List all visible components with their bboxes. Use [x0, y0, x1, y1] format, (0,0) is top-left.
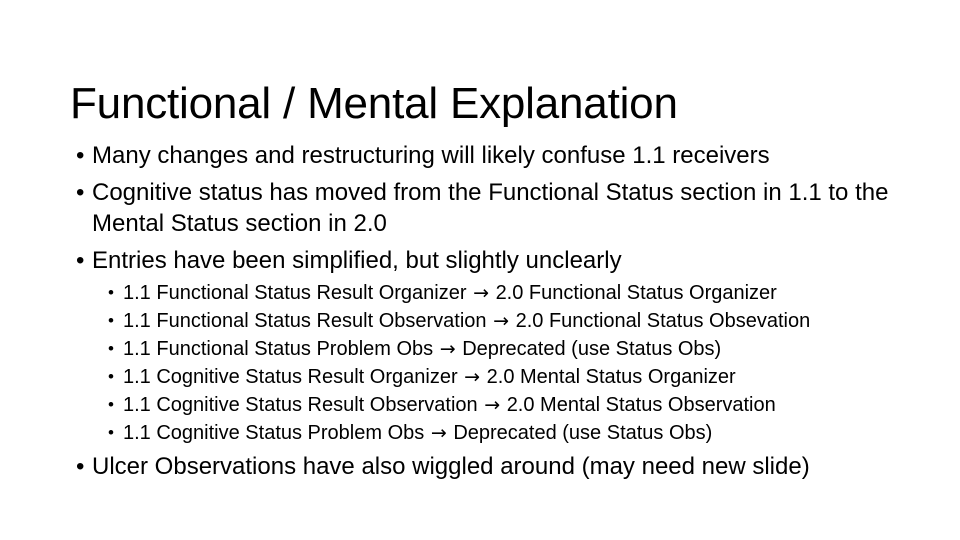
sub-bullet-target: 2.0 Mental Status Observation — [506, 394, 776, 416]
sub-bullet-item-6: • 1.1 Cognitive Status Problem Obs → Dep… — [70, 419, 900, 447]
slide-body: • Many changes and restructuring will li… — [70, 140, 900, 488]
bullet-item-2: • Cognitive status has moved from the Fu… — [70, 177, 900, 239]
right-arrow-icon: → — [464, 366, 481, 388]
bullet-text: Many changes and restructuring will like… — [92, 142, 770, 169]
bullet-text: Entries have been simplified, but slight… — [92, 247, 622, 274]
right-arrow-icon: → — [484, 394, 501, 416]
bullet-item-4: • Ulcer Observations have also wiggled a… — [70, 451, 900, 482]
right-arrow-icon: → — [439, 338, 456, 360]
sub-bullet-source: 1.1 Cognitive Status Problem Obs — [123, 422, 425, 444]
sub-bullet-item-1: • 1.1 Functional Status Result Organizer… — [70, 279, 900, 307]
bullet-text: Cognitive status has moved from the Func… — [92, 179, 889, 237]
bullet-dot-icon: • — [108, 367, 114, 386]
sub-bullet-target: Deprecated (use Status Obs) — [462, 338, 722, 360]
sub-bullet-source: 1.1 Cognitive Status Result Observation — [123, 394, 478, 416]
bullet-dot-icon: • — [108, 283, 114, 302]
bullet-dot-icon: • — [76, 142, 85, 169]
bullet-dot-icon: • — [76, 453, 85, 480]
right-arrow-icon: → — [493, 310, 510, 332]
sub-bullet-source: 1.1 Functional Status Result Observation — [123, 310, 487, 332]
bullet-dot-icon: • — [108, 339, 114, 358]
right-arrow-icon: → — [430, 422, 447, 444]
sub-bullet-item-4: • 1.1 Cognitive Status Result Organizer … — [70, 363, 900, 391]
sub-bullet-target: 2.0 Functional Status Obsevation — [515, 310, 811, 332]
page-title: Functional / Mental Explanation — [70, 79, 678, 129]
bullet-dot-icon: • — [108, 395, 114, 414]
bullet-dot-icon: • — [108, 423, 114, 442]
sub-bullet-item-3: • 1.1 Functional Status Problem Obs → De… — [70, 335, 900, 363]
bullet-dot-icon: • — [108, 311, 114, 330]
bullet-dot-icon: • — [76, 247, 85, 274]
slide-canvas: Functional / Mental Explanation • Many c… — [0, 0, 960, 540]
right-arrow-icon: → — [473, 282, 489, 304]
sub-bullet-source: 1.1 Functional Status Problem Obs — [123, 338, 434, 360]
bullet-item-1: • Many changes and restructuring will li… — [70, 140, 900, 171]
bullet-item-3: • Entries have been simplified, but slig… — [70, 245, 900, 276]
sub-bullet-target: Deprecated (use Status Obs) — [453, 422, 713, 444]
sub-bullet-source: 1.1 Cognitive Status Result Organizer — [123, 366, 458, 388]
sub-bullet-target: 2.0 Mental Status Organizer — [486, 366, 736, 388]
bullet-text: Ulcer Observations have also wiggled aro… — [92, 453, 810, 480]
sub-bullet-item-2: • 1.1 Functional Status Result Observati… — [70, 307, 900, 335]
sub-bullet-target: 2.0 Functional Status Organizer — [495, 282, 777, 304]
sub-bullet-item-5: • 1.1 Cognitive Status Result Observatio… — [70, 391, 900, 419]
bullet-dot-icon: • — [76, 179, 85, 206]
sub-bullet-list: • 1.1 Functional Status Result Organizer… — [70, 279, 900, 447]
sub-bullet-source: 1.1 Functional Status Result Organizer — [123, 282, 467, 304]
